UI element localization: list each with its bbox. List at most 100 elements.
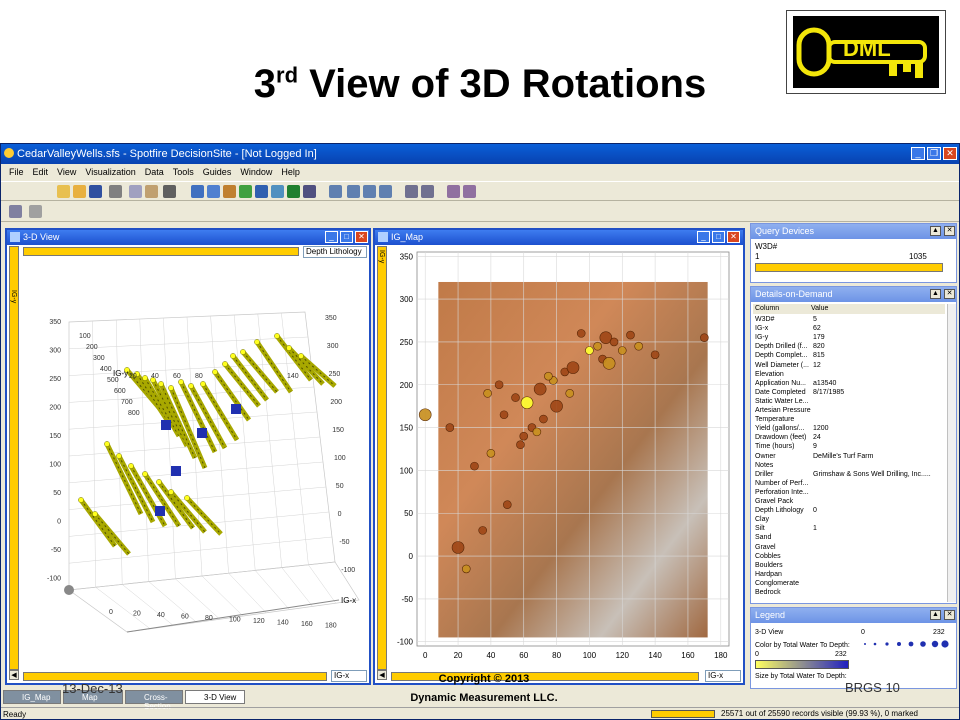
paste-icon[interactable]: [145, 185, 158, 198]
w3d-range-slider[interactable]: [755, 263, 943, 272]
dod-close-button[interactable]: ✕: [944, 289, 955, 299]
3d-color-range-slider[interactable]: [23, 247, 299, 256]
details-on-demand-panel: Details-on-Demand ▲ ✕ Column Value W3D# 5…: [750, 286, 957, 604]
save-icon[interactable]: [89, 185, 102, 198]
dod-row-column: Driller: [755, 470, 774, 478]
status-ready: Ready: [3, 710, 27, 719]
close-button[interactable]: ✕: [943, 147, 957, 160]
open-icon[interactable]: [57, 185, 70, 198]
floor-gridline: [281, 567, 313, 607]
legend-collapse-button[interactable]: ▲: [930, 610, 941, 620]
bar-chart-icon[interactable]: [223, 185, 236, 198]
legend-color-max: 232: [835, 651, 847, 658]
dod-collapse-button[interactable]: ▲: [930, 289, 941, 299]
right-z-tick: -50: [339, 539, 349, 546]
restore-button[interactable]: ❐: [927, 147, 941, 160]
table-icon[interactable]: [303, 185, 316, 198]
tab-3d-view[interactable]: 3-D View: [185, 690, 245, 704]
tab-ig-map[interactable]: IG_Map: [3, 690, 61, 704]
minimize-button[interactable]: _: [911, 147, 925, 160]
home-icon[interactable]: [29, 205, 42, 218]
map-vertical-slider[interactable]: [377, 246, 387, 670]
menu-guides[interactable]: Guides: [203, 167, 232, 177]
map-well-point: [494, 380, 504, 390]
map-y-tick: 50: [404, 509, 413, 518]
x-select-value: IG-x: [334, 671, 350, 680]
tile-icon[interactable]: [329, 185, 342, 198]
map-x-tick: 60: [519, 651, 528, 660]
profile-chart-icon[interactable]: [271, 185, 284, 198]
map-maximize-button[interactable]: □: [712, 231, 725, 243]
map-well-point: [593, 341, 602, 351]
3d-x-axis-select[interactable]: IG-x: [331, 670, 367, 682]
dod-column-header: Column: [755, 305, 780, 312]
legend-close-button[interactable]: ✕: [944, 610, 955, 620]
query-collapse-button[interactable]: ▲: [930, 226, 941, 236]
open-folder-icon[interactable]: [73, 185, 86, 198]
panel-toggle-icon[interactable]: [9, 205, 22, 218]
map-well-point: [650, 350, 660, 360]
well-head: [158, 381, 164, 387]
menu-file[interactable]: File: [9, 167, 24, 177]
well-head: [92, 511, 98, 517]
menu-window[interactable]: Window: [240, 167, 272, 177]
heatmap-icon[interactable]: [287, 185, 300, 198]
query-close-button[interactable]: ✕: [944, 226, 955, 236]
well-bottom-marker: [171, 466, 181, 476]
undo-icon[interactable]: [163, 185, 176, 198]
menu-edit[interactable]: Edit: [33, 167, 49, 177]
copy-icon[interactable]: [129, 185, 142, 198]
properties-icon[interactable]: [405, 185, 418, 198]
3d-maximize-button[interactable]: □: [340, 231, 353, 243]
window-icon: [10, 232, 20, 242]
menu-view[interactable]: View: [57, 167, 76, 177]
3d-x-slider[interactable]: [23, 672, 327, 681]
well-head: [104, 441, 110, 447]
menu-help[interactable]: Help: [281, 167, 300, 177]
map-well-point: [511, 393, 520, 402]
3d-plot-icon[interactable]: [207, 185, 220, 198]
map-minimize-button[interactable]: _: [697, 231, 710, 243]
map-well-point: [626, 330, 635, 340]
3d-scroll-left[interactable]: ◀: [9, 670, 19, 680]
scatter-plot-icon[interactable]: [191, 185, 204, 198]
3d-vertical-slider[interactable]: [9, 246, 19, 670]
well-head: [286, 345, 292, 351]
x-tick: 0: [109, 609, 113, 616]
map-x-axis-select[interactable]: IG-x: [705, 670, 741, 682]
dod-row: Depth Lithology 0: [755, 506, 817, 515]
bookmark-icon[interactable]: [447, 185, 460, 198]
depth-lithology-dropdown[interactable]: Depth Lithology: [303, 246, 367, 258]
layout-icon[interactable]: [379, 185, 392, 198]
dod-row-column: Depth Lithology: [755, 507, 804, 515]
legend-color-scale: [755, 660, 849, 669]
3d-view-title: 3-D View: [23, 232, 60, 242]
dod-row: Yield (gallons/... 1200: [755, 424, 829, 433]
print-icon[interactable]: [109, 185, 122, 198]
ig-map-title: IG_Map: [391, 232, 424, 242]
columns-icon[interactable]: [363, 185, 376, 198]
y-tick: 800: [128, 410, 140, 417]
map-well-point: [700, 333, 709, 342]
3d-close-button[interactable]: ✕: [355, 231, 368, 243]
map-well-point: [519, 431, 529, 441]
menu-visualization[interactable]: Visualization: [85, 167, 135, 177]
line-chart-icon[interactable]: [255, 185, 268, 198]
dod-scrollbar[interactable]: [947, 304, 956, 602]
z-tick: 0: [57, 519, 61, 526]
tab-cross-section[interactable]: Cross-Section: [125, 690, 183, 711]
list-icon[interactable]: [421, 185, 434, 198]
dod-row: Temperature: [755, 415, 794, 424]
export-icon[interactable]: [463, 185, 476, 198]
pie-chart-icon[interactable]: [239, 185, 252, 198]
dod-row-column: Yield (gallons/...: [755, 425, 805, 433]
menu-data[interactable]: Data: [145, 167, 164, 177]
map-well-point: [576, 329, 586, 338]
split-icon[interactable]: [347, 185, 360, 198]
map-close-button[interactable]: ✕: [727, 231, 740, 243]
map-well-point: [544, 371, 553, 381]
3d-minimize-button[interactable]: _: [325, 231, 338, 243]
dod-row-value: 5: [813, 316, 817, 323]
menu-tools[interactable]: Tools: [173, 167, 194, 177]
right-z-tick: -100: [341, 567, 355, 574]
